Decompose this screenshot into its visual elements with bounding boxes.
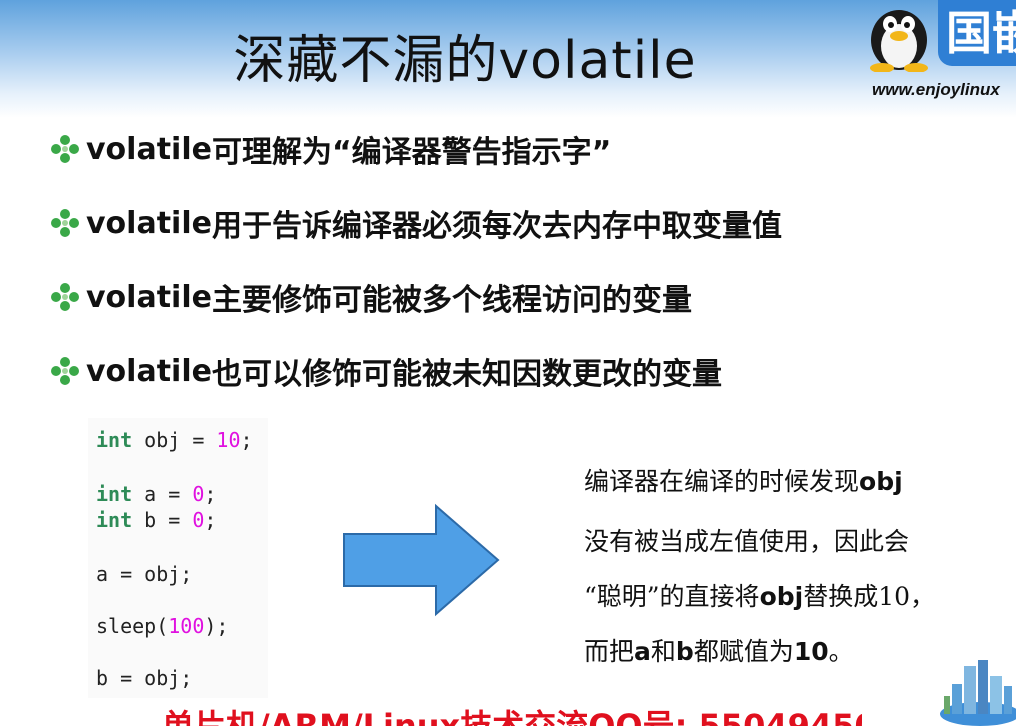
code-line: sleep(100);	[96, 614, 229, 638]
explanation-line: 没有被当成左值使用，因此会	[584, 527, 910, 556]
diamond-bullet-icon	[51, 135, 79, 163]
bullet-text: 主要修饰可能被多个线程访问的变量	[211, 283, 692, 318]
bullet-item: volatile 主要修饰可能被多个线程访问的变量	[48, 260, 1008, 334]
bullet-item: volatile 也可以修饰可能被未知因数更改的变量	[48, 334, 1008, 408]
bullet-keyword: volatile	[86, 205, 212, 241]
bullet-text: 也可以修饰可能被未知因数更改的变量	[211, 357, 722, 392]
code-block: int obj = 10; int a = 0; int b = 0; a = …	[88, 418, 268, 698]
city-buildings-icon	[940, 660, 1016, 726]
diamond-bullet-icon	[51, 209, 79, 237]
bullet-list: volatile 可理解为“编译器警告指示字” volatile 用于告诉编译器必须…	[48, 112, 1008, 408]
bullet-item: volatile 用于告诉编译器必须每次去内存中取变量值	[48, 186, 1008, 260]
explanation-line: 编译器在编译的时候发现obj	[584, 467, 903, 496]
diamond-bullet-icon	[51, 357, 79, 385]
logo-url: www.enjoylinux	[872, 80, 1000, 99]
logo: 国嵌 www.enjoylinux	[858, 0, 1016, 110]
footer-contact: 单片机/ARM/Linux技术交流QQ号: 550494509	[162, 707, 862, 726]
bullet-keyword: volatile	[86, 131, 212, 167]
diamond-bullet-icon	[51, 283, 79, 311]
code-line: b = obj;	[96, 666, 193, 690]
right-arrow-icon	[343, 503, 500, 617]
explanation-line: “聪明”的直接将obj替换成10，	[584, 582, 936, 611]
logo-text: 国嵌	[938, 0, 1016, 66]
code-line: int b = 0;	[96, 508, 217, 532]
code-line: a = obj;	[96, 562, 193, 586]
code-line: int obj = 10;	[96, 428, 253, 452]
slide-title: 深藏不漏的volatile	[233, 31, 697, 91]
bullet-text: 用于告诉编译器必须每次去内存中取变量值	[211, 209, 782, 244]
bullet-keyword: volatile	[86, 353, 212, 389]
bullet-keyword: volatile	[86, 279, 212, 315]
bullet-item: volatile 可理解为“编译器警告指示字”	[48, 112, 1008, 186]
penguin-icon	[870, 10, 928, 72]
bullet-text: 可理解为“编译器警告指示字”	[211, 135, 612, 170]
code-line: int a = 0;	[96, 482, 217, 506]
